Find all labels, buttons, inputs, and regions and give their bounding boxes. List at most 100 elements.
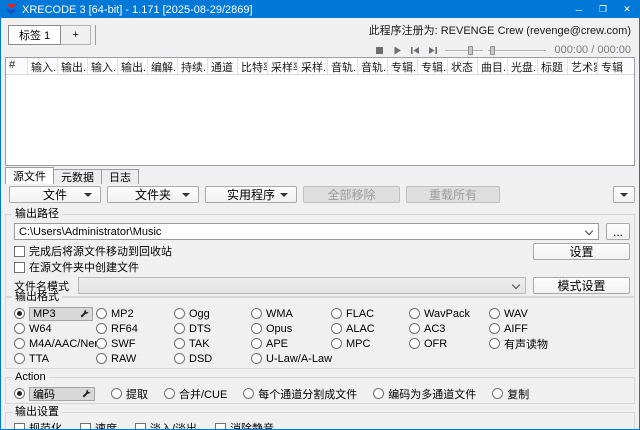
folder-menu-button[interactable]: 文件夹 bbox=[107, 186, 199, 203]
column-header[interactable]: 曲目... bbox=[478, 58, 508, 74]
column-header[interactable]: 输入... bbox=[28, 58, 58, 74]
file-list-body[interactable] bbox=[6, 75, 634, 165]
format-radio[interactable]: AC3 bbox=[409, 323, 489, 335]
format-radio-mp3[interactable]: MP3 bbox=[14, 307, 96, 321]
column-header[interactable]: # bbox=[6, 58, 28, 74]
settings-button[interactable]: 设置 bbox=[533, 243, 630, 260]
volume-thumb[interactable] bbox=[490, 46, 495, 55]
wrench-icon[interactable] bbox=[82, 389, 91, 398]
utilities-menu-button[interactable]: 实用程序 bbox=[205, 186, 297, 203]
column-header[interactable]: 输入... bbox=[88, 58, 118, 74]
format-radio[interactable]: DTS bbox=[174, 323, 251, 335]
format-radio[interactable]: TAK bbox=[174, 338, 251, 350]
tab-sources[interactable]: 源文件 bbox=[5, 167, 54, 184]
column-header[interactable]: 光盘... bbox=[508, 58, 538, 74]
column-header[interactable]: 采样率 bbox=[268, 58, 298, 74]
column-header[interactable]: 采样... bbox=[298, 58, 328, 74]
previous-track-button[interactable] bbox=[409, 45, 422, 56]
checkbox-icon bbox=[80, 423, 91, 430]
format-radio[interactable]: W64 bbox=[14, 323, 96, 335]
action-radio[interactable]: 提取 bbox=[111, 386, 148, 402]
wrench-icon[interactable] bbox=[80, 309, 89, 318]
action-radio[interactable]: 合并/CUE bbox=[164, 386, 227, 402]
remove-silence-checkbox[interactable]: 消除静音 bbox=[215, 420, 274, 430]
selected-format-box[interactable]: MP3 bbox=[29, 307, 93, 321]
format-radio[interactable]: Ogg bbox=[174, 308, 251, 320]
format-radio[interactable]: RF64 bbox=[96, 323, 174, 335]
play-button[interactable] bbox=[391, 45, 404, 56]
minimize-button[interactable]: ─ bbox=[567, 1, 591, 18]
format-radio[interactable]: APE bbox=[251, 338, 331, 350]
format-radio[interactable]: 有声读物 bbox=[489, 336, 630, 352]
format-radio[interactable]: MP2 bbox=[96, 308, 174, 320]
output-path-combo[interactable]: C:\Users\Administrator\Music bbox=[14, 223, 599, 240]
format-radio[interactable]: WavPack bbox=[409, 308, 489, 320]
pattern-settings-button[interactable]: 模式设置 bbox=[533, 277, 630, 294]
format-radio[interactable]: AIFF bbox=[489, 323, 630, 335]
file-menu-button[interactable]: 文件 bbox=[9, 186, 101, 203]
action-radio[interactable]: 编码为多通道文件 bbox=[373, 386, 476, 402]
column-header[interactable]: 专辑... bbox=[418, 58, 448, 74]
normalize-checkbox[interactable]: 规范化 bbox=[14, 420, 62, 430]
reload-all-label: 重载所有 bbox=[429, 186, 477, 203]
next-track-button[interactable] bbox=[427, 45, 440, 56]
browse-button[interactable]: ... bbox=[606, 223, 630, 240]
column-header[interactable]: 状态 bbox=[448, 58, 478, 74]
radio-icon bbox=[96, 308, 107, 319]
add-tab-button[interactable]: + bbox=[61, 25, 91, 45]
column-header[interactable]: 持续... bbox=[178, 58, 208, 74]
speed-checkbox[interactable]: 速度 bbox=[80, 420, 117, 430]
radio-icon bbox=[243, 388, 254, 399]
setting-label: 规范化 bbox=[29, 420, 62, 430]
format-radio[interactable]: ALAC bbox=[331, 323, 409, 335]
format-radio[interactable]: OFR bbox=[409, 338, 489, 350]
tab-log[interactable]: 日志 bbox=[102, 169, 139, 184]
column-header[interactable]: 专辑... bbox=[388, 58, 418, 74]
format-radio[interactable]: FLAC bbox=[331, 308, 409, 320]
format-radio[interactable]: SWF bbox=[96, 338, 174, 350]
maximize-button[interactable]: ❐ bbox=[591, 1, 615, 18]
action-radio[interactable]: 复制 bbox=[492, 386, 529, 402]
file-list: # 输入... 输出... 输入... 输出... 编解... 持续... 通道… bbox=[5, 57, 635, 166]
fade-checkbox[interactable]: 淡入/淡出 bbox=[135, 420, 197, 430]
radio-icon bbox=[409, 338, 420, 349]
column-header[interactable]: 标题 bbox=[538, 58, 568, 74]
stop-button[interactable] bbox=[373, 45, 386, 56]
format-radio[interactable]: M4A/AAC/Nero bbox=[14, 338, 96, 350]
volume-slider[interactable] bbox=[488, 46, 546, 55]
volume-track bbox=[488, 50, 546, 51]
column-header[interactable]: 专辑 bbox=[598, 58, 634, 74]
column-header[interactable]: 比特率 bbox=[238, 58, 268, 74]
radio-icon bbox=[111, 388, 122, 399]
create-in-source-checkbox[interactable]: 在源文件夹中创建文件 bbox=[14, 259, 139, 275]
action-radio[interactable]: 每个通道分割成文件 bbox=[243, 386, 357, 402]
column-header[interactable]: 输出... bbox=[58, 58, 88, 74]
column-header[interactable]: 编解... bbox=[148, 58, 178, 74]
chevron-down-icon[interactable] bbox=[585, 227, 593, 235]
radio-icon bbox=[489, 323, 500, 334]
column-header[interactable]: 音轨... bbox=[358, 58, 388, 74]
column-header[interactable]: 音轨... bbox=[328, 58, 358, 74]
selected-action-box[interactable]: 编码 bbox=[29, 387, 95, 401]
seek-thumb[interactable] bbox=[468, 46, 473, 55]
more-dropdown-button[interactable] bbox=[613, 186, 635, 203]
format-radio[interactable]: TTA bbox=[14, 353, 96, 365]
format-radio[interactable]: WMA bbox=[251, 308, 331, 320]
seek-slider[interactable] bbox=[445, 46, 483, 55]
action-radio-encode[interactable]: 编码 bbox=[14, 387, 95, 401]
column-header[interactable]: 输出... bbox=[118, 58, 148, 74]
format-radio[interactable]: U-Law/A-Law bbox=[251, 353, 331, 365]
column-header[interactable]: 艺术家 bbox=[568, 58, 598, 74]
column-header[interactable]: 通道 bbox=[208, 58, 238, 74]
remove-all-label: 全部移除 bbox=[327, 186, 375, 203]
recycle-checkbox[interactable]: 完成后将源文件移动到回收站 bbox=[14, 243, 172, 259]
tab-document-1[interactable]: 标签 1 bbox=[8, 25, 61, 45]
format-radio[interactable]: Opus bbox=[251, 323, 331, 335]
format-radio[interactable]: WAV bbox=[489, 308, 630, 320]
format-radio[interactable]: MPC bbox=[331, 338, 409, 350]
tab-metadata[interactable]: 元数据 bbox=[54, 169, 102, 184]
format-radio[interactable]: RAW bbox=[96, 353, 174, 365]
format-radio[interactable]: DSD bbox=[174, 353, 251, 365]
radio-icon bbox=[14, 353, 25, 364]
close-window-button[interactable]: ✕ bbox=[615, 1, 639, 18]
